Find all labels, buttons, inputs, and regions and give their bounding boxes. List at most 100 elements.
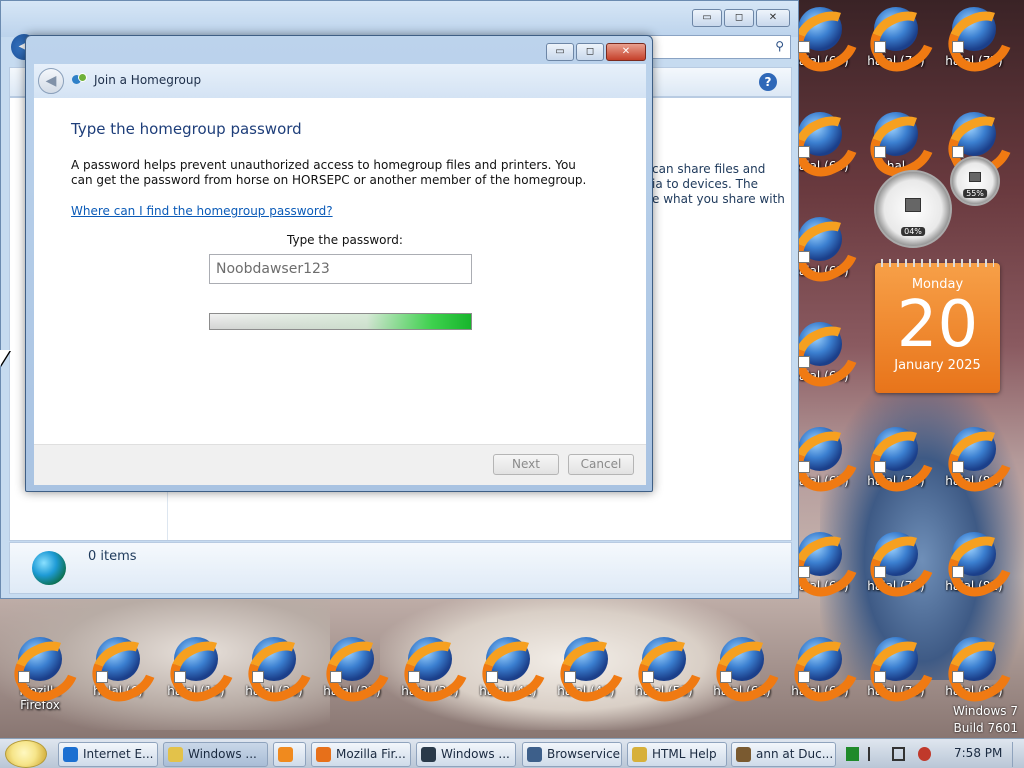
password-help-link[interactable]: Where can I find the homegroup password? (71, 204, 333, 218)
taskbar-button[interactable]: ann at Duc... (731, 742, 836, 767)
maximize-button[interactable]: ◻ (576, 43, 604, 61)
desktop-shortcut[interactable]: halal (74) (858, 425, 934, 501)
desktop-shortcut[interactable]: halal (41) (470, 635, 546, 711)
taskbar-button[interactable]: Mozilla Fir... (311, 742, 411, 767)
taskbar-button-label: Windows ... (441, 747, 510, 761)
memory-percent: 55% (963, 189, 987, 198)
firefox-icon (798, 7, 842, 53)
close-button[interactable]: ✕ (606, 43, 646, 61)
cmd-icon (421, 747, 436, 762)
next-button[interactable]: Next (493, 454, 559, 475)
memory-gauge: 55% (950, 156, 1000, 206)
desktop-shortcut[interactable]: halal (76) (858, 635, 934, 711)
cpu-gauge: 04% (874, 170, 952, 248)
cpu-chip-icon (905, 197, 921, 212)
firefox-icon (874, 427, 918, 473)
taskbar-button[interactable] (273, 742, 306, 767)
firefox-icon (798, 532, 842, 578)
volume-muted-icon[interactable] (918, 747, 931, 761)
back-arrow-icon[interactable]: ◀ (38, 68, 64, 94)
firefox-icon (874, 7, 918, 53)
windows-watermark: Windows 7 Build 7601 (953, 703, 1018, 737)
firefox-icon (874, 532, 918, 578)
page-heading: Type the homegroup password (71, 120, 302, 138)
firefox-icon (642, 637, 686, 683)
system-tray: 7:58 PM (838, 742, 1024, 767)
dialog-content: Type the homegroup password A password h… (34, 98, 646, 444)
maximize-button[interactable]: ◻ (724, 9, 754, 27)
firefox-icon (798, 322, 842, 368)
help-icon[interactable]: ? (759, 73, 777, 91)
firefox-icon (564, 637, 608, 683)
taskbar-button[interactable]: Windows ... (416, 742, 516, 767)
firefox-icon (408, 637, 452, 683)
taskbar-button-label: Browservice (547, 747, 621, 761)
start-button[interactable] (5, 740, 47, 768)
network-globe-icon (32, 551, 66, 585)
calendar-day: 20 (896, 288, 979, 362)
firefox-icon (486, 637, 530, 683)
minimize-button[interactable]: ▭ (546, 43, 574, 61)
firefox-icon (874, 112, 918, 158)
firefox-icon (316, 747, 331, 762)
details-pane: 0 items (9, 542, 792, 594)
ie-icon (63, 747, 78, 762)
media-player-icon (278, 747, 293, 762)
search-icon[interactable]: ⚲ (775, 39, 784, 53)
taskbar-button[interactable]: Windows ... (163, 742, 268, 767)
taskbar-button-label: Internet E... (83, 747, 154, 761)
password-input[interactable] (209, 254, 472, 284)
taskbar-button-label: ann at Duc... (756, 747, 834, 761)
password-label: Type the password: (287, 233, 403, 247)
flag-icon[interactable] (868, 747, 881, 761)
join-homegroup-dialog: ▭ ◻ ✕ ◀ Join a Homegroup Type the homegr… (25, 35, 653, 492)
dialog-footer: Next Cancel (34, 444, 646, 485)
calendar-gadget[interactable]: Monday 20 January 2025 (875, 259, 1000, 393)
desktop-shortcut[interactable]: halal (27) (314, 635, 390, 711)
desktop-shortcut[interactable]: halal (20) (236, 635, 312, 711)
mouse-cursor-icon (0, 350, 10, 366)
cpu-percent: 04% (901, 227, 925, 236)
desktop-shortcut[interactable]: halal (13) (158, 635, 234, 711)
dialog-title: Join a Homegroup (94, 73, 202, 87)
network-icon[interactable] (892, 747, 905, 761)
taskbar-button[interactable]: Browservice (522, 742, 622, 767)
desktop-shortcut[interactable]: halal (83) (936, 635, 1012, 711)
cpu-meter-gadget[interactable]: 04% 55% (872, 156, 1002, 248)
taskbar-button[interactable]: Internet E... (58, 742, 158, 767)
firefox-icon (720, 637, 764, 683)
firefox-icon (874, 637, 918, 683)
desktop-shortcut[interactable]: halal (75) (858, 530, 934, 606)
desktop-shortcut[interactable]: halal (34) (392, 635, 468, 711)
dialog-nav-row: ◀ Join a Homegroup (34, 64, 646, 98)
homegroup-info-text: can share files and ia to devices. The e… (652, 162, 785, 206)
minimize-button[interactable]: ▭ (692, 9, 722, 27)
desktop-shortcut[interactable]: halal (70) (858, 5, 934, 81)
description-text: A password helps prevent unauthorized ac… (71, 158, 587, 187)
homegroup-icon (72, 73, 88, 87)
battery-icon[interactable] (846, 747, 859, 761)
desktop-shortcut[interactable]: halal (77) (936, 5, 1012, 81)
calendar-month-year: January 2025 (894, 358, 981, 373)
close-button[interactable]: ✕ (756, 9, 790, 27)
progress-fill (210, 314, 471, 329)
clock[interactable]: 7:58 PM (954, 746, 1002, 760)
desktop-shortcut[interactable]: halal (6) (80, 635, 156, 711)
show-desktop-button[interactable] (1012, 742, 1024, 767)
firefox-icon (330, 637, 374, 683)
desktop-shortcut[interactable]: halal (81) (936, 425, 1012, 501)
desktop-shortcut[interactable]: halal (55) (626, 635, 702, 711)
cancel-button[interactable]: Cancel (568, 454, 634, 475)
firefox-icon (96, 637, 140, 683)
explorer-titlebar[interactable] (1, 1, 798, 37)
desktop-shortcut[interactable]: halal (48) (548, 635, 624, 711)
mozilla-firefox-shortcut[interactable]: Mozilla Firefox (2, 635, 78, 712)
desktop-shortcut[interactable]: halal (82) (936, 530, 1012, 606)
taskbar-button[interactable]: HTML Help (627, 742, 727, 767)
firefox-icon (252, 637, 296, 683)
firefox-icon (174, 637, 218, 683)
calendar-rings (881, 259, 994, 267)
desktop-shortcut[interactable]: halal (69) (782, 635, 858, 711)
firefox-icon (952, 112, 996, 158)
desktop-shortcut[interactable]: halal (62) (704, 635, 780, 711)
